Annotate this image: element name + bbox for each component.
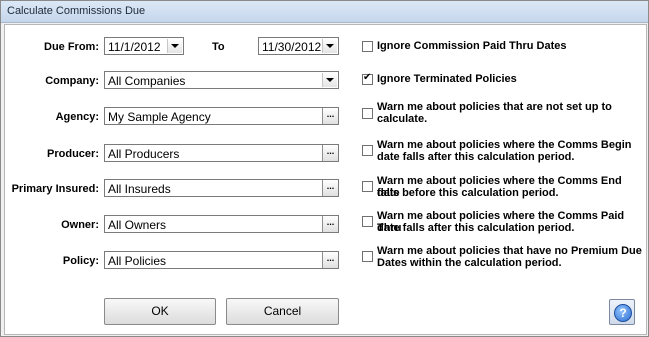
producer-label: Producer:	[47, 148, 99, 160]
owner-field[interactable]: All Owners ...	[104, 215, 339, 233]
company-label: Company:	[45, 75, 99, 87]
ok-button[interactable]: OK	[104, 298, 216, 325]
policy-browse-button[interactable]: ...	[322, 252, 338, 268]
warn-no-premium-due-checkbox[interactable]	[362, 251, 373, 262]
warn-comms-paid-thru-checkbox[interactable]	[362, 216, 373, 227]
due-from-date-picker[interactable]: 11/1/2012	[104, 37, 184, 55]
due-from-label: Due From:	[44, 41, 99, 53]
due-from-value: 11/1/2012	[108, 40, 161, 54]
warn-comms-begin-line2: date falls after this calculation period…	[377, 151, 575, 163]
owner-browse-button[interactable]: ...	[322, 216, 338, 232]
ignore-paid-thru-checkbox[interactable]	[362, 41, 373, 52]
company-select[interactable]: All Companies	[104, 71, 339, 89]
title-bar: Calculate Commissions Due	[1, 1, 648, 23]
warn-comms-end-line2: falls before this calculation period.	[377, 187, 559, 199]
warn-comms-begin-line1: Warn me about policies where the Comms B…	[377, 139, 632, 151]
policy-label: Policy:	[62, 255, 99, 267]
company-dropdown-icon[interactable]	[322, 73, 337, 87]
window-title: Calculate Commissions Due	[7, 5, 146, 17]
agency-browse-button[interactable]: ...	[322, 108, 338, 124]
warn-comms-paid-thru-line2: date falls after this calculation period…	[377, 222, 575, 234]
policy-value: All Policies	[108, 254, 167, 268]
agency-value: My Sample Agency	[108, 110, 211, 124]
primary-insured-value: All Insureds	[108, 182, 171, 196]
to-dropdown-icon[interactable]	[322, 39, 337, 53]
policy-field[interactable]: All Policies ...	[104, 251, 339, 269]
producer-value: All Producers	[108, 147, 180, 161]
warn-comms-end-checkbox[interactable]	[362, 181, 373, 192]
producer-field[interactable]: All Producers ...	[104, 144, 339, 162]
help-icon: ?	[614, 304, 632, 322]
ignore-paid-thru-label: Ignore Commission Paid Thru Dates	[377, 40, 567, 52]
warn-not-setup-checkbox[interactable]	[362, 108, 373, 119]
warn-no-premium-due-line2: Dates within the calculation period.	[377, 257, 562, 269]
owner-value: All Owners	[108, 218, 167, 232]
producer-browse-button[interactable]: ...	[322, 145, 338, 161]
ignore-terminated-checkbox[interactable]	[362, 72, 373, 85]
primary-insured-browse-button[interactable]: ...	[322, 180, 338, 196]
owner-label: Owner:	[61, 219, 99, 231]
warn-no-premium-due-line1: Warn me about policies that have no Prem…	[377, 245, 642, 257]
agency-label: Agency:	[55, 111, 99, 123]
calculate-commissions-dialog: Calculate Commissions Due Due From: 11/1…	[0, 0, 649, 337]
warn-not-setup-line1: Warn me about policies that are not set …	[377, 101, 612, 113]
due-from-dropdown-icon[interactable]	[167, 39, 182, 53]
to-date-picker[interactable]: 11/30/2012	[258, 37, 339, 55]
warn-comms-begin-checkbox[interactable]	[362, 145, 373, 156]
primary-insured-label: Primary Insured:	[11, 183, 99, 195]
to-label: To	[212, 41, 225, 53]
help-button[interactable]: ?	[609, 299, 635, 325]
warn-not-setup-line2: calculate.	[377, 113, 428, 125]
company-value: All Companies	[108, 74, 186, 88]
dialog-content: Due From: 11/1/2012 To 11/30/2012 Compan…	[4, 24, 647, 335]
primary-insured-field[interactable]: All Insureds ...	[104, 179, 339, 197]
to-value: 11/30/2012	[262, 40, 322, 54]
agency-field[interactable]: My Sample Agency ...	[104, 107, 339, 125]
cancel-button[interactable]: Cancel	[226, 298, 339, 325]
ignore-terminated-label: Ignore Terminated Policies	[377, 73, 517, 85]
